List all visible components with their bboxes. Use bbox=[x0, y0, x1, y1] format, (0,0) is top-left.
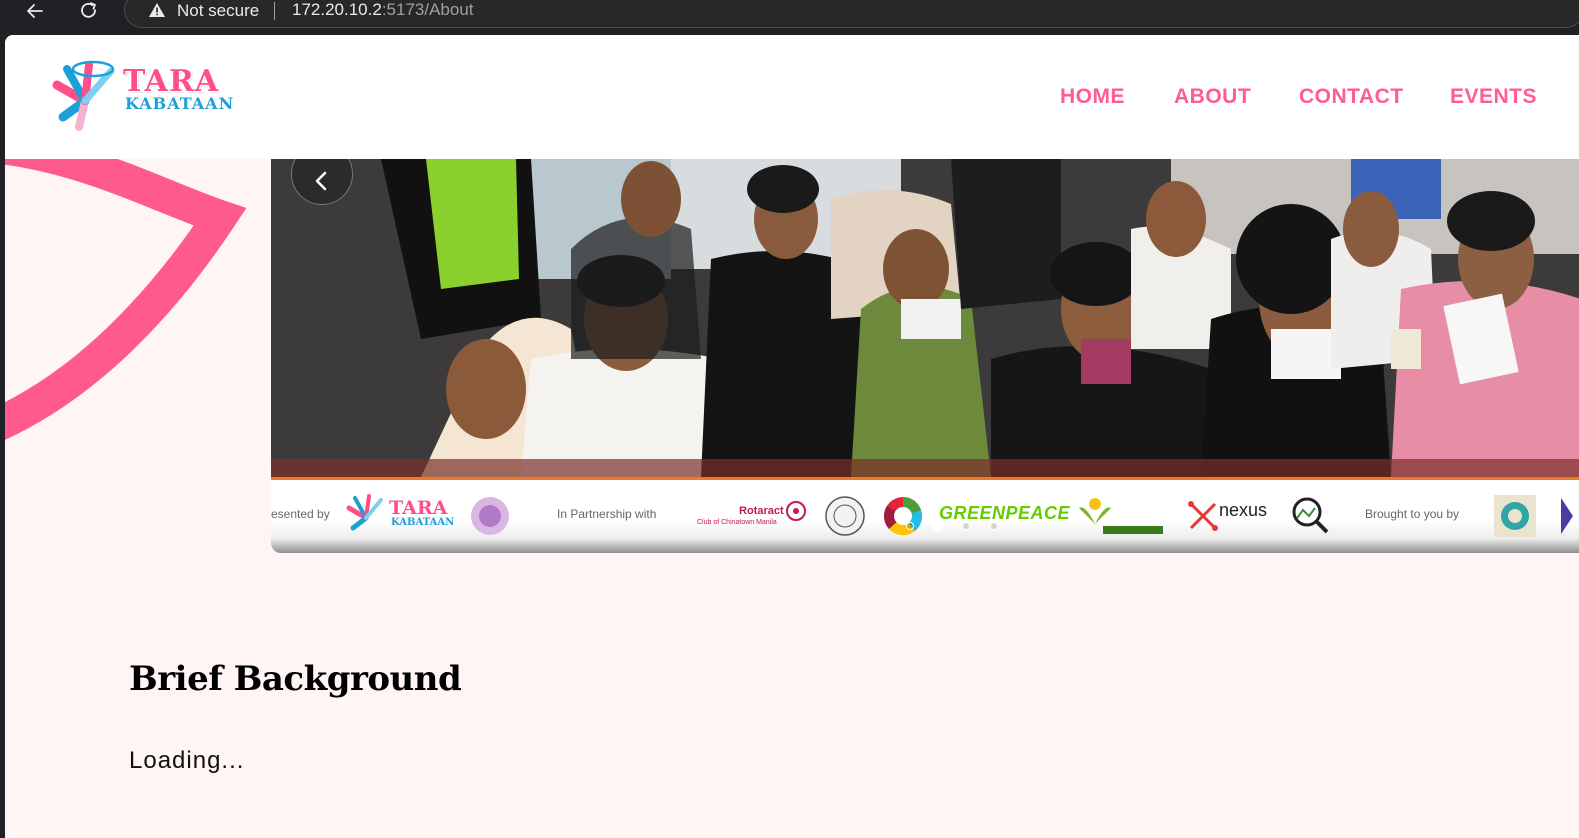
partner-circle-logo bbox=[471, 497, 509, 535]
chevron-left-icon bbox=[315, 171, 327, 191]
sdg-wheel-logo bbox=[884, 497, 923, 536]
page-viewport: TARA KABATAAN HOME ABOUT CONTACT EVENTS bbox=[5, 35, 1579, 838]
url-path: :5173/About bbox=[381, 0, 474, 19]
reload-button[interactable] bbox=[74, 0, 104, 22]
back-arrow-icon bbox=[27, 4, 43, 18]
browser-toolbar: Not secure 172.20.10.2:5173/About bbox=[0, 0, 1579, 34]
nexus-logo-icon bbox=[1188, 501, 1218, 531]
carousel-dot-3[interactable] bbox=[962, 522, 970, 530]
partial-logo bbox=[1561, 498, 1573, 534]
banner-rotaract: Rotaract bbox=[739, 505, 784, 517]
sponsor-badge-logo bbox=[1494, 495, 1536, 537]
image-carousel[interactable]: esented by TARA KABATAAN In Partnership … bbox=[271, 159, 1579, 553]
sponsor-banner: esented by TARA KABATAAN In Partnership … bbox=[271, 477, 1579, 553]
site-header: TARA KABATAAN HOME ABOUT CONTACT EVENTS bbox=[5, 35, 1579, 159]
banner-rotaract-sub: Club of Chinatown Manila bbox=[697, 519, 777, 526]
banner-nexus: nexus bbox=[1219, 500, 1268, 520]
flower-org-logo bbox=[1079, 498, 1163, 534]
nav-events[interactable]: EVENTS bbox=[1450, 85, 1537, 109]
site-logo[interactable]: TARA KABATAAN bbox=[49, 57, 235, 133]
banner-presented-by: esented by bbox=[271, 507, 330, 521]
banner-kabataan-text: KABATAAN bbox=[391, 517, 455, 528]
banner-partnership: In Partnership with bbox=[557, 507, 657, 521]
logo-text-kabataan: KABATAAN bbox=[125, 94, 235, 113]
banner-brought-by: Brought to you by bbox=[1365, 507, 1460, 521]
banner-greenpeace: GREENPEACE bbox=[939, 503, 1071, 523]
carousel-dot-4[interactable] bbox=[990, 522, 998, 530]
carousel-dot-1[interactable] bbox=[906, 522, 914, 530]
nav-about[interactable]: ABOUT bbox=[1174, 85, 1251, 109]
back-button[interactable] bbox=[20, 0, 50, 22]
warning-icon bbox=[149, 3, 165, 17]
rotaract-wheel-logo bbox=[786, 501, 806, 521]
url-text[interactable]: 172.20.10.2:5173/About bbox=[292, 0, 474, 20]
reload-icon bbox=[81, 2, 96, 18]
nav-home[interactable]: HOME bbox=[1060, 85, 1125, 109]
nav-contact[interactable]: CONTACT bbox=[1299, 85, 1404, 109]
banner-tara-burst-icon bbox=[346, 494, 383, 531]
logo-burst-icon bbox=[52, 60, 115, 131]
brief-background-heading: Brief Background bbox=[129, 659, 462, 699]
magnifier-logo bbox=[1292, 497, 1329, 534]
loading-text: Loading... bbox=[129, 747, 245, 774]
security-label[interactable]: Not secure bbox=[177, 0, 259, 22]
carousel-photo bbox=[271, 159, 1579, 477]
logo-text-tara: TARA bbox=[123, 64, 220, 99]
seal-logo bbox=[825, 496, 865, 536]
carousel-dot-2[interactable] bbox=[932, 520, 944, 532]
address-divider bbox=[274, 2, 275, 20]
url-host: 172.20.10.2 bbox=[292, 0, 382, 19]
banner-tara-text: TARA bbox=[389, 497, 448, 519]
